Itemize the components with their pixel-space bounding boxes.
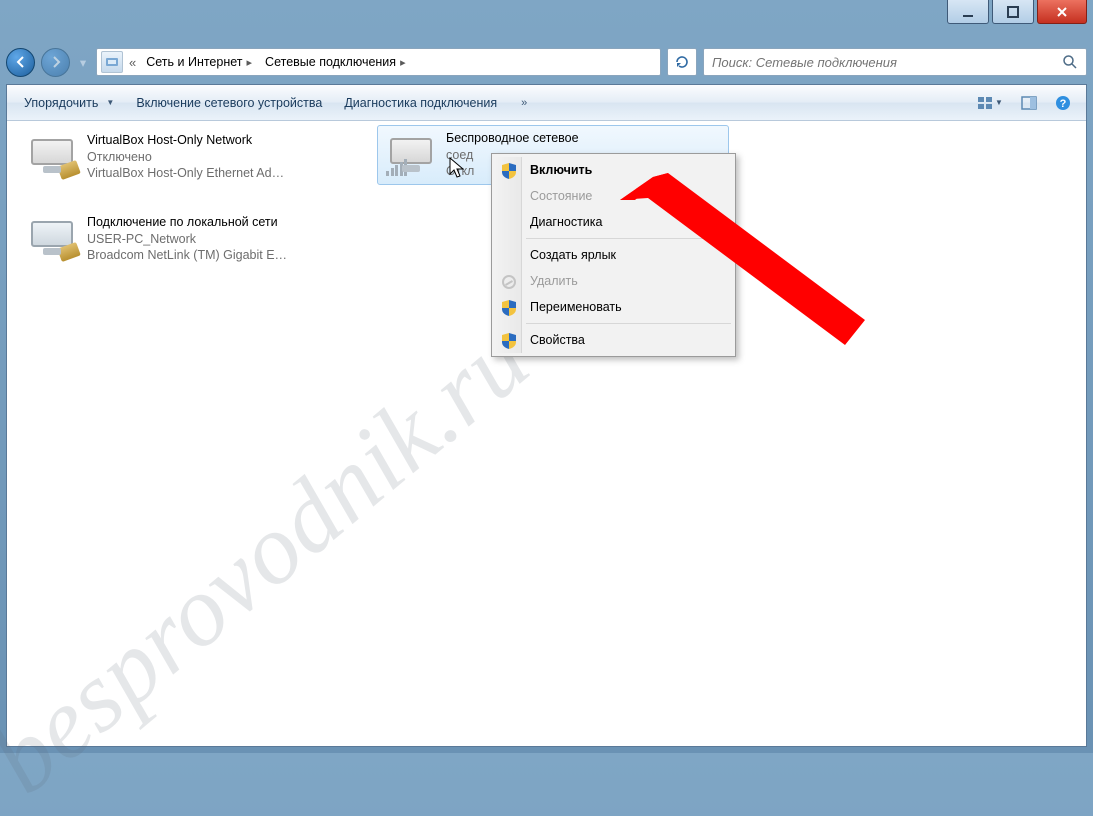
toolbar: Упорядочить ▼ Включение сетевого устройс… (7, 85, 1086, 121)
search-input[interactable] (712, 55, 1060, 70)
search-icon (1060, 54, 1080, 70)
monitor-wifi-disabled-icon (384, 130, 438, 180)
ctx-label: Состояние (530, 189, 592, 203)
toolbar-label: Упорядочить (24, 96, 98, 110)
breadcrumb-start[interactable]: « (125, 55, 140, 70)
enable-device-button[interactable]: Включение сетевого устройства (125, 90, 333, 116)
toolbar-label: Диагностика подключения (344, 96, 497, 110)
breadcrumb-item-network[interactable]: Сеть и Интернет ▸ (140, 49, 259, 75)
monitor-disabled-icon (25, 131, 79, 181)
ctx-label: Диагностика (530, 215, 602, 229)
nav-history-dropdown[interactable]: ▾ (76, 55, 90, 70)
preview-pane-button[interactable] (1012, 90, 1046, 116)
overflow-label: » (521, 97, 527, 109)
watermark: besprovodnik.ru (0, 301, 551, 816)
cursor-icon (449, 157, 467, 181)
toolbar-overflow[interactable]: » (510, 90, 538, 116)
connection-status: USER-PC_Network (87, 231, 287, 248)
chevron-down-icon: ▼ (106, 98, 114, 107)
breadcrumb-label: Сетевые подключения (265, 55, 396, 69)
view-options-button[interactable]: ▼ (968, 90, 1012, 116)
connection-item-lan[interactable]: Подключение по локальной сети USER-PC_Ne… (19, 209, 371, 269)
annotation-arrow (620, 170, 880, 360)
connection-device: Broadcom NetLink (TM) Gigabit E… (87, 247, 287, 264)
organize-button[interactable]: Упорядочить ▼ (13, 90, 125, 116)
shield-icon (500, 299, 518, 317)
chevron-right-icon[interactable]: ▸ (243, 56, 257, 69)
connection-title: Подключение по локальной сети (87, 214, 287, 231)
search-box[interactable] (703, 48, 1087, 76)
ctx-label: Удалить (530, 274, 578, 288)
content-area: VirtualBox Host-Only Network Отключено V… (7, 121, 1086, 746)
ctx-label: Включить (530, 163, 592, 177)
ctx-label: Переименовать (530, 300, 622, 314)
address-bar[interactable]: « Сеть и Интернет ▸ Сетевые подключения … (96, 48, 661, 76)
ctx-label: Свойства (530, 333, 585, 347)
no-entry-icon (500, 273, 518, 291)
nav-forward-button[interactable] (41, 48, 70, 77)
connection-device: VirtualBox Host-Only Ethernet Ad… (87, 165, 284, 182)
svg-text:?: ? (1060, 98, 1067, 110)
location-icon (101, 51, 123, 73)
close-button[interactable] (1037, 0, 1087, 24)
breadcrumb-item-connections[interactable]: Сетевые подключения ▸ (259, 49, 413, 75)
nav-back-button[interactable] (6, 48, 35, 77)
diagnose-button[interactable]: Диагностика подключения (333, 90, 508, 116)
breadcrumb-label: Сеть и Интернет (146, 55, 242, 69)
toolbar-label: Включение сетевого устройства (136, 96, 322, 110)
chevron-right-icon[interactable]: ▸ (396, 56, 410, 69)
shield-icon (500, 162, 518, 180)
connection-title: Беспроводное сетевое (446, 130, 579, 147)
connection-item-vbox[interactable]: VirtualBox Host-Only Network Отключено V… (19, 127, 371, 187)
ctx-label: Создать ярлык (530, 248, 616, 262)
maximize-button[interactable] (992, 0, 1034, 24)
connection-status: Отключено (87, 149, 284, 166)
monitor-icon (25, 213, 79, 263)
chevron-down-icon: ▼ (995, 98, 1003, 107)
refresh-button[interactable] (667, 48, 697, 76)
connection-title: VirtualBox Host-Only Network (87, 132, 284, 149)
minimize-button[interactable] (947, 0, 989, 24)
help-button[interactable]: ? (1046, 90, 1080, 116)
shield-icon (500, 332, 518, 350)
